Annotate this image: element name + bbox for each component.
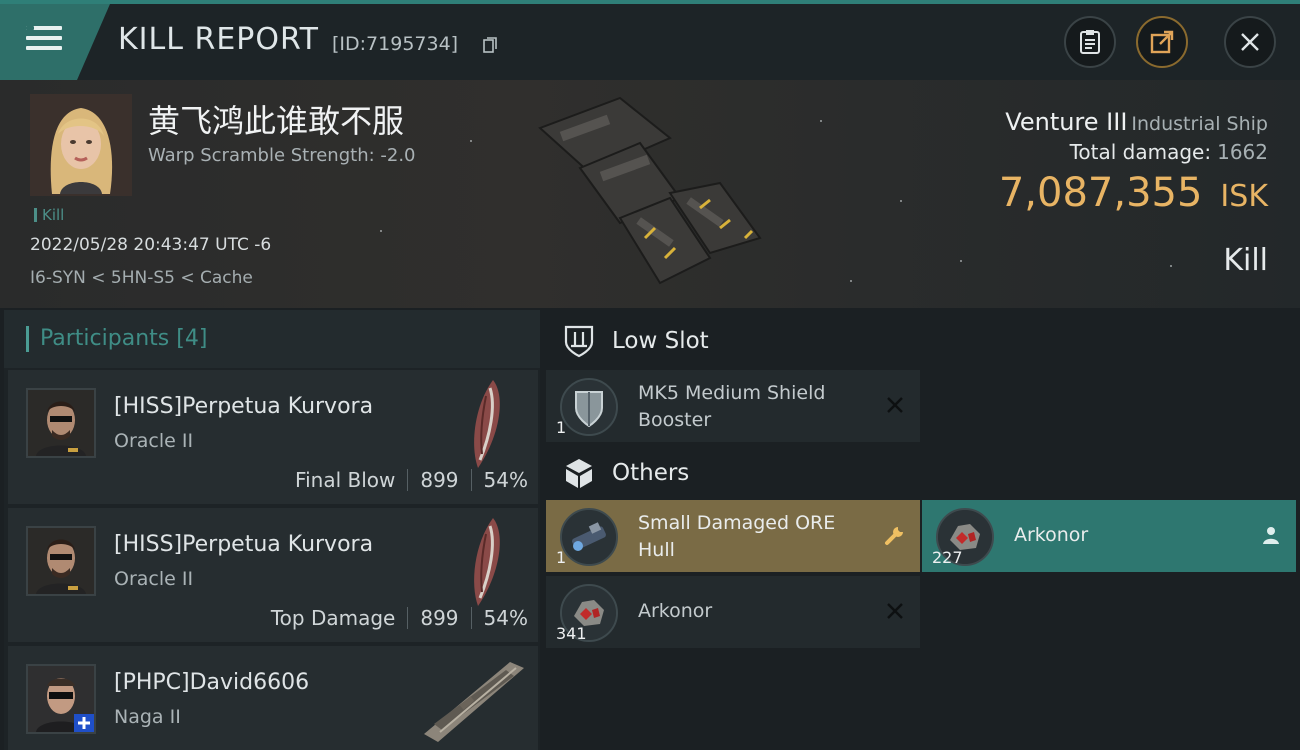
total-damage: Total damage: 1662 xyxy=(1070,140,1268,164)
total-damage-label: Total damage: xyxy=(1069,140,1212,164)
isk-value: 7,087,355 xyxy=(998,170,1203,216)
participant-ship-icon xyxy=(474,380,500,468)
ship-name: Venture III xyxy=(1005,108,1128,136)
participants-panel: Participants [4] [HISS]Perpetua Kurvora … xyxy=(4,310,540,750)
participant-ship: Oracle II xyxy=(114,430,194,452)
participant-avatar xyxy=(26,388,96,458)
item-slot[interactable]: 1 MK5 Medium Shield Booster xyxy=(546,370,920,442)
person-icon xyxy=(1263,527,1279,544)
wrench-icon xyxy=(885,527,903,545)
item-quantity: 1 xyxy=(556,418,567,437)
participant-name: [PHPC]David6606 xyxy=(114,670,310,695)
kill-location: I6-SYN < 5HN-S5 < Cache xyxy=(30,268,253,288)
participants-count: [4] xyxy=(176,326,208,351)
others-header: Others xyxy=(548,444,1298,502)
clipboard-button[interactable] xyxy=(1064,16,1116,68)
others-title: Others xyxy=(612,460,690,486)
share-button[interactable] xyxy=(1136,16,1188,68)
shield-booster-icon xyxy=(560,378,618,436)
item-quantity: 341 xyxy=(556,624,587,643)
item-slot[interactable]: 341 Arkonor xyxy=(546,576,920,648)
participant-damage: 899 xyxy=(420,468,459,492)
item-name: Small Damaged ORE Hull xyxy=(638,512,836,561)
result-label: Kill xyxy=(1223,243,1268,278)
shield-slot-icon xyxy=(564,325,594,358)
participant-row[interactable]: [HISS]Perpetua Kurvora Oracle II Top Dam… xyxy=(8,508,538,642)
participant-row[interactable]: [PHPC]David6606 Naga II xyxy=(8,646,538,750)
victim-ship-line: Venture III Industrial Ship xyxy=(1005,108,1268,136)
participant-percent: 54% xyxy=(483,606,528,630)
item-slot[interactable]: 227 Arkonor xyxy=(922,500,1296,572)
participant-damage: 899 xyxy=(420,606,459,630)
participant-name: [HISS]Perpetua Kurvora xyxy=(114,394,374,419)
participant-role: Top Damage xyxy=(270,606,396,630)
page-title: KILL REPORT xyxy=(118,22,319,57)
participant-avatar xyxy=(26,526,96,596)
victim-portrait[interactable] xyxy=(30,94,132,196)
participant-stats: Final Blow 899 54% xyxy=(295,468,528,492)
clipboard-icon xyxy=(1080,30,1100,54)
participant-ship: Oracle II xyxy=(114,568,194,590)
cube-icon xyxy=(566,459,592,488)
menu-icon xyxy=(26,26,62,56)
participant-name: [HISS]Perpetua Kurvora xyxy=(114,532,374,557)
close-x-icon xyxy=(887,397,903,413)
participant-percent: 54% xyxy=(483,468,528,492)
participant-avatar xyxy=(26,664,96,734)
item-quantity: 1 xyxy=(556,548,567,567)
item-name: MK5 Medium Shield Booster xyxy=(638,382,826,431)
participants-header: Participants [4] xyxy=(4,310,540,368)
total-damage-value: 1662 xyxy=(1217,140,1268,164)
item-name: Arkonor xyxy=(638,600,713,622)
participant-stats: Top Damage 899 54% xyxy=(271,606,528,630)
participant-ship: Naga II xyxy=(114,706,181,728)
ore-hull-icon xyxy=(560,508,618,566)
kill-tag: Kill xyxy=(34,206,64,224)
ship-class: Industrial Ship xyxy=(1131,113,1268,135)
low-slot-title: Low Slot xyxy=(612,328,709,354)
close-x-icon xyxy=(887,603,903,619)
isk-value-line: 7,087,355 ISK xyxy=(999,170,1268,216)
warp-scramble-strength: Warp Scramble Strength: -2.0 xyxy=(148,145,416,166)
participant-ship-icon xyxy=(424,662,524,742)
participant-row[interactable]: [HISS]Perpetua Kurvora Oracle II Final B… xyxy=(8,370,538,504)
close-icon xyxy=(1241,33,1259,51)
item-slot[interactable]: 1 Small Damaged ORE Hull xyxy=(546,500,920,572)
isk-unit: ISK xyxy=(1220,179,1268,214)
participants-title: Participants [4] xyxy=(40,326,208,351)
participant-role: Final Blow xyxy=(295,468,396,492)
item-name: Arkonor xyxy=(1014,524,1089,546)
low-slot-header: Low Slot xyxy=(548,312,1298,370)
victim-ship-render xyxy=(538,96,762,285)
victim-name: 黄飞鸿此谁敢不服 xyxy=(148,102,405,140)
share-icon xyxy=(1150,30,1174,54)
item-quantity: 227 xyxy=(932,548,963,567)
kill-datetime: 2022/05/28 20:43:47 UTC -6 xyxy=(30,235,272,255)
close-button[interactable] xyxy=(1224,16,1276,68)
report-id: [ID:7195734] xyxy=(332,33,459,55)
participant-ship-icon xyxy=(474,518,500,606)
copy-icon[interactable] xyxy=(483,37,497,53)
